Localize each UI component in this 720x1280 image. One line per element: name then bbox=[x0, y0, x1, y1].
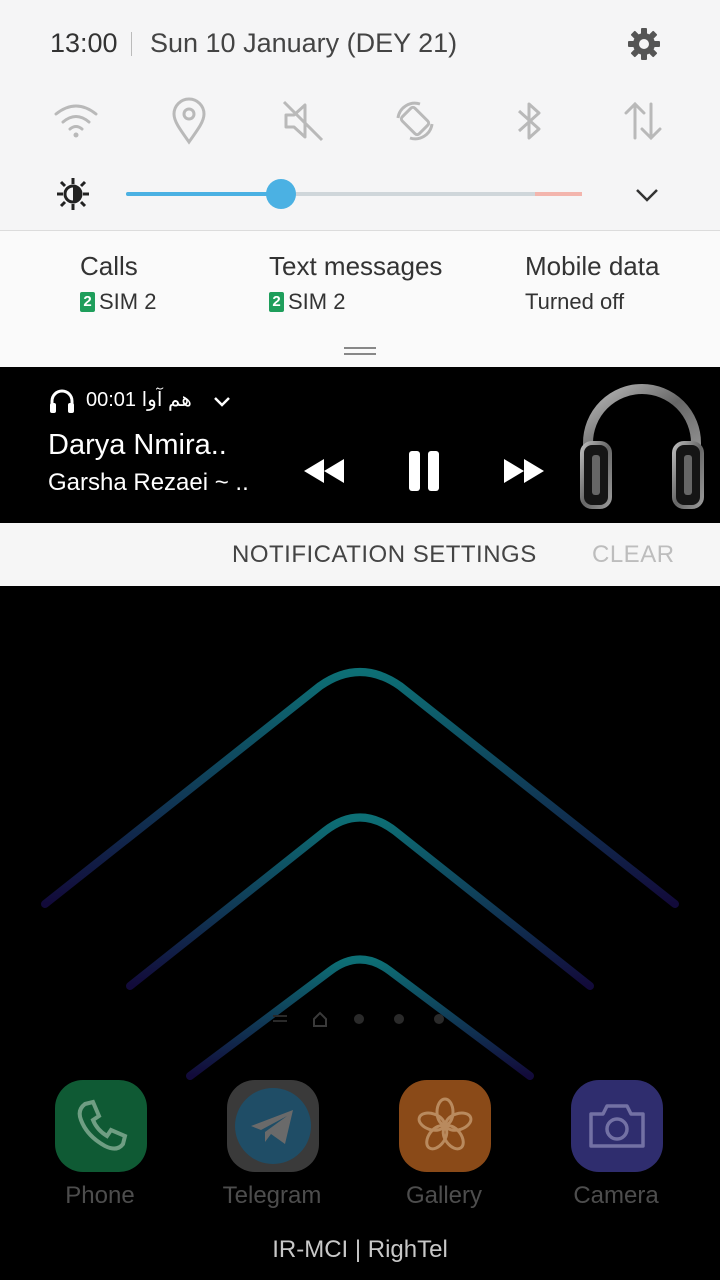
media-notification[interactable]: هم آوا 00:01 Darya Nmira.. Garsha Rezaei… bbox=[0, 367, 720, 523]
brightness-icon bbox=[57, 178, 89, 210]
clear-button[interactable]: CLEAR bbox=[592, 541, 675, 569]
divider bbox=[131, 32, 132, 56]
fast-forward-icon[interactable] bbox=[502, 451, 546, 491]
mobile-data-title: Mobile data bbox=[525, 251, 660, 281]
gallery-app-icon[interactable] bbox=[399, 1080, 491, 1172]
camera-icon bbox=[589, 1104, 645, 1148]
text-messages-title: Text messages bbox=[269, 251, 443, 281]
media-app-label: هم آوا 00:01 bbox=[86, 389, 192, 411]
date-label: Sun 10 January (DEY 21) bbox=[150, 28, 458, 58]
location-icon[interactable] bbox=[164, 96, 214, 146]
track-title: Darya Nmira.. bbox=[48, 429, 227, 461]
mobile-data-status: Turned off bbox=[525, 289, 625, 314]
home-page-indicator-icon[interactable] bbox=[312, 1011, 328, 1027]
sim-badge-icon: 2 bbox=[269, 292, 284, 312]
page-indicator-dot[interactable] bbox=[354, 1014, 364, 1024]
brightness-high-zone bbox=[535, 192, 582, 196]
track-artist: Garsha Rezaei ~ .. bbox=[48, 469, 249, 496]
page-indicator-dot[interactable] bbox=[434, 1014, 444, 1024]
mobile-data-icon[interactable] bbox=[618, 96, 668, 146]
calls-sim: 2 SIM 2 bbox=[80, 289, 156, 315]
headphones-icon bbox=[50, 389, 74, 413]
drag-handle[interactable] bbox=[344, 347, 376, 355]
camera-app-icon[interactable] bbox=[571, 1080, 663, 1172]
phone-icon bbox=[77, 1099, 128, 1151]
telegram-app-icon[interactable] bbox=[227, 1080, 319, 1172]
gallery-flower-icon bbox=[417, 1097, 473, 1151]
notification-actions-bar: NOTIFICATION SETTINGS CLEAR bbox=[0, 523, 720, 586]
brightness-fill bbox=[126, 192, 282, 196]
chevron-down-icon[interactable] bbox=[632, 180, 662, 210]
expand-chevron-icon[interactable] bbox=[210, 389, 234, 413]
camera-app-label: Camera bbox=[573, 1182, 659, 1209]
carrier-label: IR-MCI | RighTel bbox=[272, 1236, 448, 1263]
settings-gear-icon[interactable] bbox=[624, 24, 664, 64]
phone-app-label: Phone bbox=[65, 1182, 135, 1209]
telegram-icon bbox=[235, 1088, 311, 1164]
album-art-headphones-icon bbox=[580, 384, 704, 509]
auto-rotate-icon[interactable] bbox=[390, 96, 440, 146]
wifi-icon[interactable] bbox=[51, 96, 101, 146]
page-indicator-menu[interactable] bbox=[273, 1015, 287, 1017]
telegram-app-label: Telegram bbox=[222, 1182, 322, 1209]
rewind-icon[interactable] bbox=[302, 451, 346, 491]
pause-icon[interactable] bbox=[402, 447, 446, 495]
quick-panel: 13:00 Sun 10 January (DEY 21) bbox=[0, 0, 720, 231]
notification-settings-button[interactable]: NOTIFICATION SETTINGS bbox=[232, 541, 537, 569]
calls-sim-label: SIM 2 bbox=[99, 289, 157, 314]
page-indicator-dot[interactable] bbox=[394, 1014, 404, 1024]
calls-title: Calls bbox=[80, 251, 138, 281]
clock: 13:00 bbox=[50, 28, 118, 58]
gallery-app-label: Gallery bbox=[405, 1182, 483, 1209]
text-messages-sim: 2 SIM 2 bbox=[269, 289, 345, 315]
sim-card-info[interactable]: Calls 2 SIM 2 Text messages 2 SIM 2 Mobi… bbox=[0, 231, 720, 367]
brightness-slider-thumb[interactable] bbox=[266, 179, 297, 209]
wallpaper bbox=[41, 668, 679, 1080]
text-messages-sim-label: SIM 2 bbox=[288, 289, 346, 314]
sim-badge-icon: 2 bbox=[80, 292, 95, 312]
phone-app-icon[interactable] bbox=[55, 1080, 147, 1172]
bluetooth-icon[interactable] bbox=[504, 96, 554, 146]
mute-icon[interactable] bbox=[278, 96, 328, 146]
